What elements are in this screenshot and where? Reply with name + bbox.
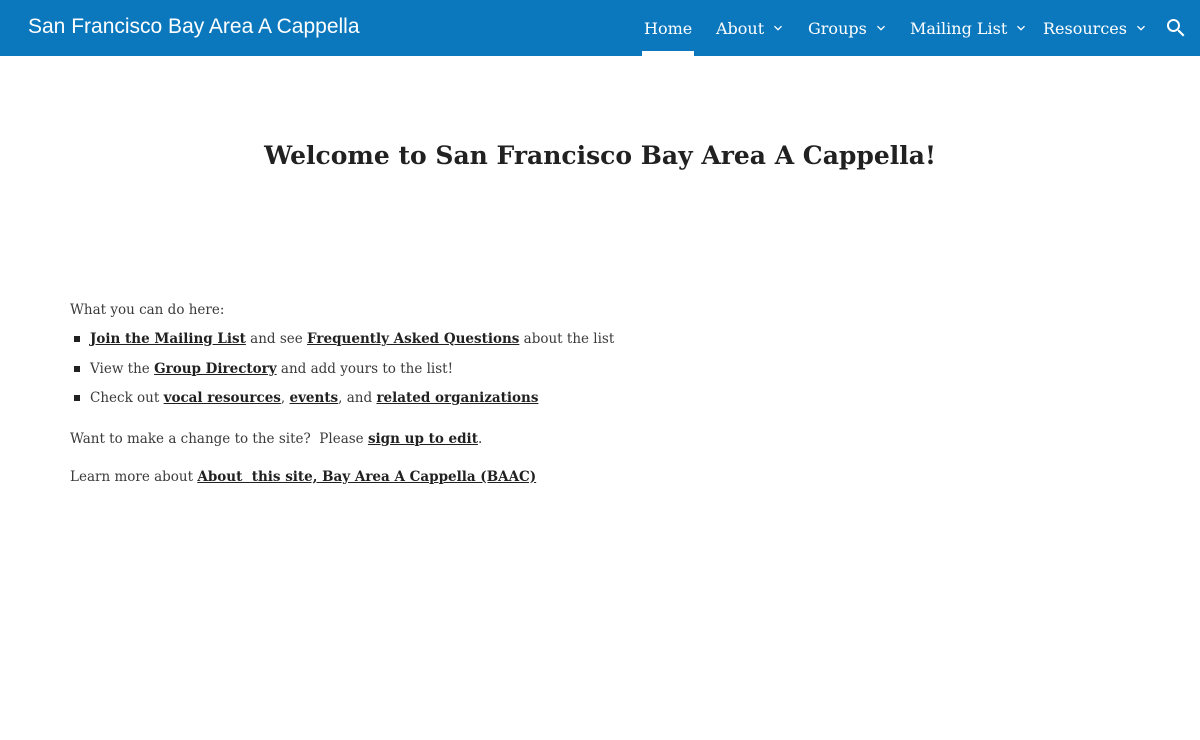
edit-prefix-text: Want to make a change to the site? Pleas… (70, 430, 368, 447)
page-title: Welcome to San Francisco Bay Area A Capp… (264, 141, 936, 170)
active-tab-indicator (642, 51, 695, 56)
top-nav-bar: San Francisco Bay Area A Cappella Home A… (0, 0, 1200, 56)
chevron-down-icon[interactable] (873, 20, 889, 36)
nav-item-label: Home (644, 18, 693, 38)
site-title-link[interactable]: San Francisco Bay Area A Cappella (28, 15, 360, 39)
nav-item-about[interactable]: About (716, 0, 786, 56)
nav-item-home[interactable]: Home (642, 0, 695, 56)
bullet-marker (74, 336, 80, 342)
chevron-down-icon[interactable] (1013, 20, 1029, 36)
join-mailing-list-link[interactable]: Join the Mailing List (90, 331, 246, 347)
list-item-text: about the list (519, 331, 615, 347)
nav-item-mailing-list[interactable]: Mailing List (910, 0, 1029, 56)
vocal-resources-link[interactable]: vocal resources (164, 390, 281, 406)
list-item: Check out vocal resources, events, and r… (70, 388, 1130, 418)
list-item-text: Check out (90, 390, 164, 406)
nav-item-label: Resources (1043, 18, 1127, 38)
nav-item-label: Groups (808, 18, 867, 38)
events-link[interactable]: events (289, 390, 338, 406)
bullet-list: Join the Mailing List and see Frequently… (70, 329, 1130, 418)
edit-suffix-text: . (477, 430, 483, 447)
list-item-text: and see (245, 331, 308, 347)
faq-link[interactable]: Frequently Asked Questions (307, 331, 519, 347)
intro-text: What you can do here: (70, 302, 225, 318)
chevron-down-icon[interactable] (1133, 20, 1149, 36)
nav-item-label: About (716, 18, 765, 38)
search-icon[interactable] (1164, 16, 1188, 40)
group-directory-link[interactable]: Group Directory (154, 361, 277, 377)
list-item-text: , and (338, 390, 377, 406)
nav-item-label: Mailing List (910, 18, 1008, 38)
bullet-marker (74, 365, 80, 372)
list-item: Join the Mailing List and see Frequently… (70, 329, 1130, 359)
list-item-text: and add yours to the list! (276, 360, 454, 377)
main-content: What you can do here: Join the Mailing L… (70, 300, 1130, 487)
about-this-site-link[interactable]: About this site, Bay Area A Cappella (BA… (197, 469, 536, 485)
chevron-down-icon[interactable] (770, 20, 786, 36)
learn-prefix-text: Learn more about (70, 468, 198, 485)
nav-item-groups[interactable]: Groups (808, 0, 889, 56)
bullet-marker (74, 395, 80, 401)
list-item: View the Group Directory and add yours t… (70, 359, 1130, 389)
sign-up-to-edit-link[interactable]: sign up to edit (368, 431, 478, 447)
learn-more-paragraph: Learn more about About this site, Bay Ar… (70, 467, 1130, 487)
related-organizations-link[interactable]: related organizations (376, 390, 538, 406)
list-item-text: View the (90, 360, 155, 377)
nav-item-resources[interactable]: Resources (1043, 0, 1149, 56)
edit-paragraph: Want to make a change to the site? Pleas… (70, 429, 1130, 449)
